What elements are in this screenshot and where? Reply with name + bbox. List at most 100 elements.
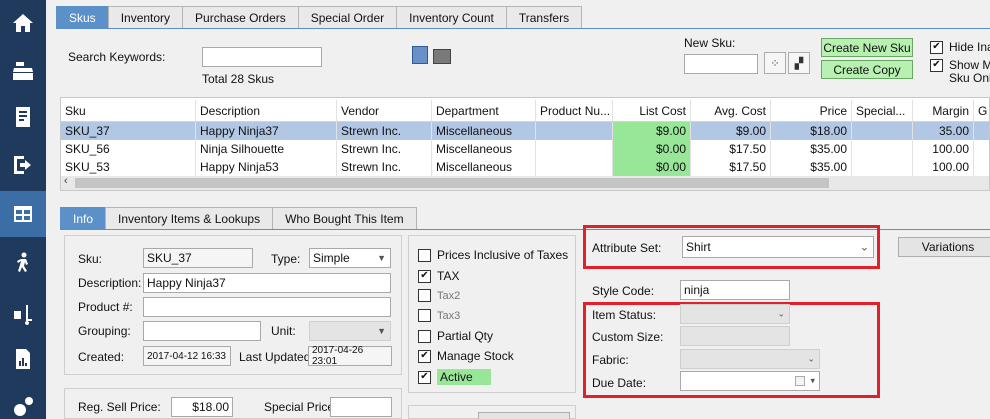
show-master-checkbox[interactable]: ✔ Show Ma [930,58,990,72]
cell-product-number [536,140,613,158]
sidebar-customers[interactable] [0,240,46,286]
product-number-label: Product #: [78,300,133,314]
cell-avg-cost: $9.00 [691,122,771,140]
sidebar-inventory[interactable] [0,191,46,237]
tax3-checkbox[interactable]: Tax3 [418,309,460,322]
active-label: Active [437,369,491,385]
partial-button[interactable] [478,412,570,419]
manage-stock-checkbox[interactable]: ✔ Manage Stock [418,349,514,363]
sidebar-home[interactable] [0,0,46,46]
col-price[interactable]: Price [771,100,852,121]
hide-inactive-label: Hide Ina [949,40,990,54]
horizontal-scrollbar[interactable]: ‹ [61,175,989,190]
sidebar-register[interactable] [0,48,46,94]
tab-inventory[interactable]: Inventory [107,6,184,28]
scan-icon[interactable]: ⁘ [764,52,786,74]
sidebar-receipts[interactable] [0,94,46,140]
unit-select[interactable]: ▼ [309,321,391,341]
tax-checkbox[interactable]: ✔ TAX [418,269,459,283]
scroll-left-icon[interactable]: ‹ [64,175,68,187]
gears-icon [14,397,33,416]
tab-purchase-orders[interactable]: Purchase Orders [182,6,299,28]
description-field[interactable]: Happy Ninja37 [143,273,391,293]
due-date-label: Due Date: [592,376,647,390]
cell-price: $18.00 [771,122,852,140]
tax2-checkbox[interactable]: Tax2 [418,289,460,302]
last-updated-label: Last Updated: [239,350,314,364]
due-date-picker[interactable]: ▾ [680,371,820,391]
sidebar-settings[interactable] [0,384,46,419]
main-area: Skus Inventory Purchase Orders Special O… [46,0,990,419]
printer-icon[interactable] [433,49,451,64]
table-row[interactable]: SKU_37 Happy Ninja37 Strewn Inc. Miscell… [61,122,989,140]
calendar-icon[interactable] [795,376,805,386]
detail-tabs: Info Inventory Items & Lookups Who Bough… [60,207,417,229]
sign-out-icon [14,156,31,174]
style-code-field[interactable]: ninja [680,280,790,300]
tab-inventory-count[interactable]: Inventory Count [396,6,507,28]
cell-g [974,140,989,158]
barcode-icon[interactable]: ▞ [788,52,810,74]
col-sku[interactable]: Sku [61,100,196,121]
active-checkbox[interactable]: ✔ Active [418,369,491,385]
prices-inclusive-checkbox[interactable]: Prices Inclusive of Taxes [418,248,568,262]
tab-skus[interactable]: Skus [56,6,109,28]
type-select[interactable]: Simple ▼ [309,248,391,268]
cell-special [852,158,913,176]
sidebar-reports[interactable] [0,336,46,382]
attribute-set-select[interactable]: Shirt ⌄ [682,236,874,258]
type-label: Type: [271,252,301,266]
check-icon: ✔ [930,40,943,54]
receipt-icon [16,107,30,127]
tab-special-order[interactable]: Special Order [297,6,398,28]
document-icon[interactable] [412,46,428,64]
product-number-field[interactable] [143,297,391,317]
grouping-label: Grouping: [78,324,131,338]
cell-g [974,122,989,140]
col-g[interactable]: G [974,100,989,121]
partial-qty-checkbox[interactable]: Partial Qty [418,329,493,343]
fabric-select[interactable]: ⌄ [680,349,820,369]
tab-transfers[interactable]: Transfers [505,6,583,28]
new-sku-input[interactable] [684,54,758,74]
search-input[interactable] [202,47,322,67]
prices-inclusive-label: Prices Inclusive of Taxes [437,248,569,262]
col-margin[interactable]: Margin [913,100,974,121]
hide-inactive-checkbox[interactable]: ✔ Hide Ina [930,40,990,54]
sidebar-delivery[interactable] [0,290,46,336]
scrollbar-thumb[interactable] [75,178,829,188]
special-price-field[interactable] [330,397,392,417]
col-avg-cost[interactable]: Avg. Cost [691,100,771,121]
sidebar-logout[interactable] [0,142,46,188]
col-list-cost[interactable]: List Cost [613,100,691,121]
cell-margin: 100.00 [913,140,974,158]
col-vendor[interactable]: Vendor [337,100,432,121]
last-updated-field: 2017-04-26 23:01 [308,345,392,367]
col-special[interactable]: Special... [852,100,913,121]
item-status-select[interactable]: ⌄ [680,304,790,324]
tab-who-bought[interactable]: Who Bought This Item [272,207,417,229]
create-copy-button[interactable]: Create Copy [821,60,913,79]
col-product-number[interactable]: Product Nu... [536,100,613,121]
col-department[interactable]: Department [432,100,536,121]
show-master-label-2: Sku Only [949,71,990,85]
create-new-sku-button[interactable]: Create New Sku [821,38,913,57]
custom-size-field[interactable] [680,326,790,346]
variations-button[interactable]: Variations [898,237,990,257]
sku-field[interactable]: SKU_37 [143,248,253,268]
cell-description: Ninja Silhouette [196,140,337,158]
grouping-field[interactable] [143,321,261,341]
partial-qty-label: Partial Qty [437,329,494,343]
col-description[interactable]: Description [196,100,337,121]
cell-list-cost: $0.00 [613,158,691,176]
reg-sell-price-field[interactable]: $18.00 [171,397,233,417]
new-sku-label: New Sku: [684,36,736,50]
table-row[interactable]: SKU_56 Ninja Silhouette Strewn Inc. Misc… [61,140,989,158]
cell-product-number [536,122,613,140]
cell-price: $35.00 [771,140,852,158]
manage-stock-label: Manage Stock [437,349,514,363]
table-row[interactable]: SKU_53 Happy Ninja53 Strewn Inc. Miscell… [61,158,989,176]
tab-info[interactable]: Info [60,207,107,229]
checkbox-box [418,309,431,322]
tab-inventory-items[interactable]: Inventory Items & Lookups [105,207,274,229]
